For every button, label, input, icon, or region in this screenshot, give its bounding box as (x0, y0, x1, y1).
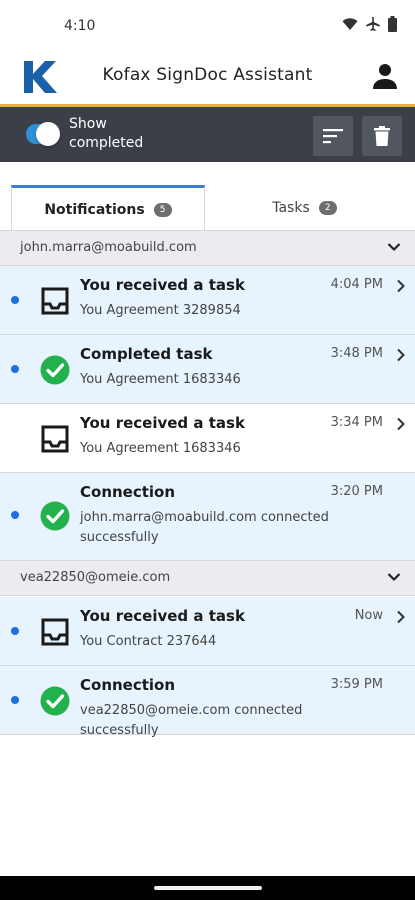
chevron-right-icon (397, 610, 405, 624)
notification-title: Connection (80, 676, 176, 694)
wifi-icon (342, 18, 358, 30)
trash-icon (374, 126, 390, 146)
toolbar: Show completed (0, 107, 415, 162)
notification-title: You received a task (80, 414, 245, 432)
check-circle-icon (40, 501, 70, 531)
sort-button[interactable] (313, 116, 353, 156)
account-group-header[interactable]: john.marra@moabuild.com (0, 230, 415, 266)
unread-dot (11, 696, 19, 704)
battery-icon (388, 16, 397, 32)
notification-row[interactable]: Completed task You Agreement 1683346 3:4… (0, 335, 415, 404)
unread-dot (11, 627, 19, 635)
chevron-down-icon (387, 573, 401, 582)
notification-subtitle: vea22850@omeie.com connected successfull… (80, 703, 303, 738)
notification-time: 3:34 PM (330, 415, 383, 430)
group-email: john.marra@moabuild.com (20, 240, 197, 255)
user-account-icon[interactable] (371, 62, 399, 90)
status-time: 4:10 (64, 18, 96, 34)
tab-tasks[interactable]: Tasks 2 (205, 185, 404, 231)
tasks-count-badge: 2 (318, 201, 337, 215)
notification-title: Completed task (80, 345, 213, 363)
notification-time: 3:48 PM (330, 346, 383, 361)
notification-subtitle: You Agreement 1683346 (80, 441, 241, 456)
tab-notifications-label: Notifications (44, 201, 145, 218)
app-title: Kofax SignDoc Assistant (102, 65, 313, 85)
notification-time: Now (354, 608, 383, 623)
chevron-right-icon (397, 279, 405, 293)
notification-time: 4:04 PM (330, 277, 383, 292)
unread-dot (11, 365, 19, 373)
notification-subtitle: You Agreement 1683346 (80, 372, 241, 387)
inbox-icon (41, 618, 69, 646)
show-completed-label: Show completed (69, 116, 144, 151)
check-circle-icon (40, 355, 70, 385)
notifications-count-badge: 5 (153, 202, 172, 217)
notification-row[interactable]: You received a task You Agreement 168334… (0, 404, 415, 473)
group-email: vea22850@omeie.com (20, 570, 171, 585)
check-circle-icon (40, 686, 70, 716)
notification-title: Connection (80, 483, 176, 501)
chevron-down-icon (387, 243, 401, 252)
notification-row[interactable]: Connection john.marra@moabuild.com conne… (0, 473, 415, 561)
delete-button[interactable] (362, 116, 402, 156)
app-header: Kofax SignDoc Assistant (0, 50, 415, 104)
inbox-icon (41, 287, 69, 315)
home-gesture-handle[interactable] (154, 886, 262, 890)
status-bar: 4:10 (0, 0, 415, 50)
chevron-right-icon (397, 348, 405, 362)
notification-title: You received a task (80, 276, 245, 294)
tab-bar: Notifications 5 Tasks 2 (0, 185, 415, 231)
airplane-icon (366, 17, 380, 31)
chevron-right-icon (397, 417, 405, 431)
unread-dot (11, 296, 19, 304)
notification-row[interactable]: You received a task You Contract 237644 … (0, 597, 415, 666)
notification-row[interactable]: Connection vea22850@omeie.com connected … (0, 666, 415, 738)
tab-notifications[interactable]: Notifications 5 (11, 185, 205, 231)
notification-time: 3:59 PM (330, 677, 383, 692)
account-group-header[interactable]: vea22850@omeie.com (0, 560, 415, 596)
show-completed-toggle[interactable] (26, 122, 60, 146)
notification-subtitle: You Contract 237644 (80, 634, 217, 649)
notification-row[interactable]: You received a task You Agreement 328985… (0, 266, 415, 335)
tab-tasks-label: Tasks (272, 200, 310, 216)
unread-dot (11, 511, 19, 519)
toggle-knob (36, 122, 60, 146)
notification-title: You received a task (80, 607, 245, 625)
notification-subtitle: john.marra@moabuild.com connected succes… (80, 510, 329, 545)
notification-subtitle: You Agreement 3289854 (80, 303, 241, 318)
status-icons (342, 16, 397, 32)
inbox-icon (41, 425, 69, 453)
system-navigation-bar (0, 876, 415, 900)
sort-icon (323, 129, 343, 144)
notification-time: 3:20 PM (330, 484, 383, 499)
